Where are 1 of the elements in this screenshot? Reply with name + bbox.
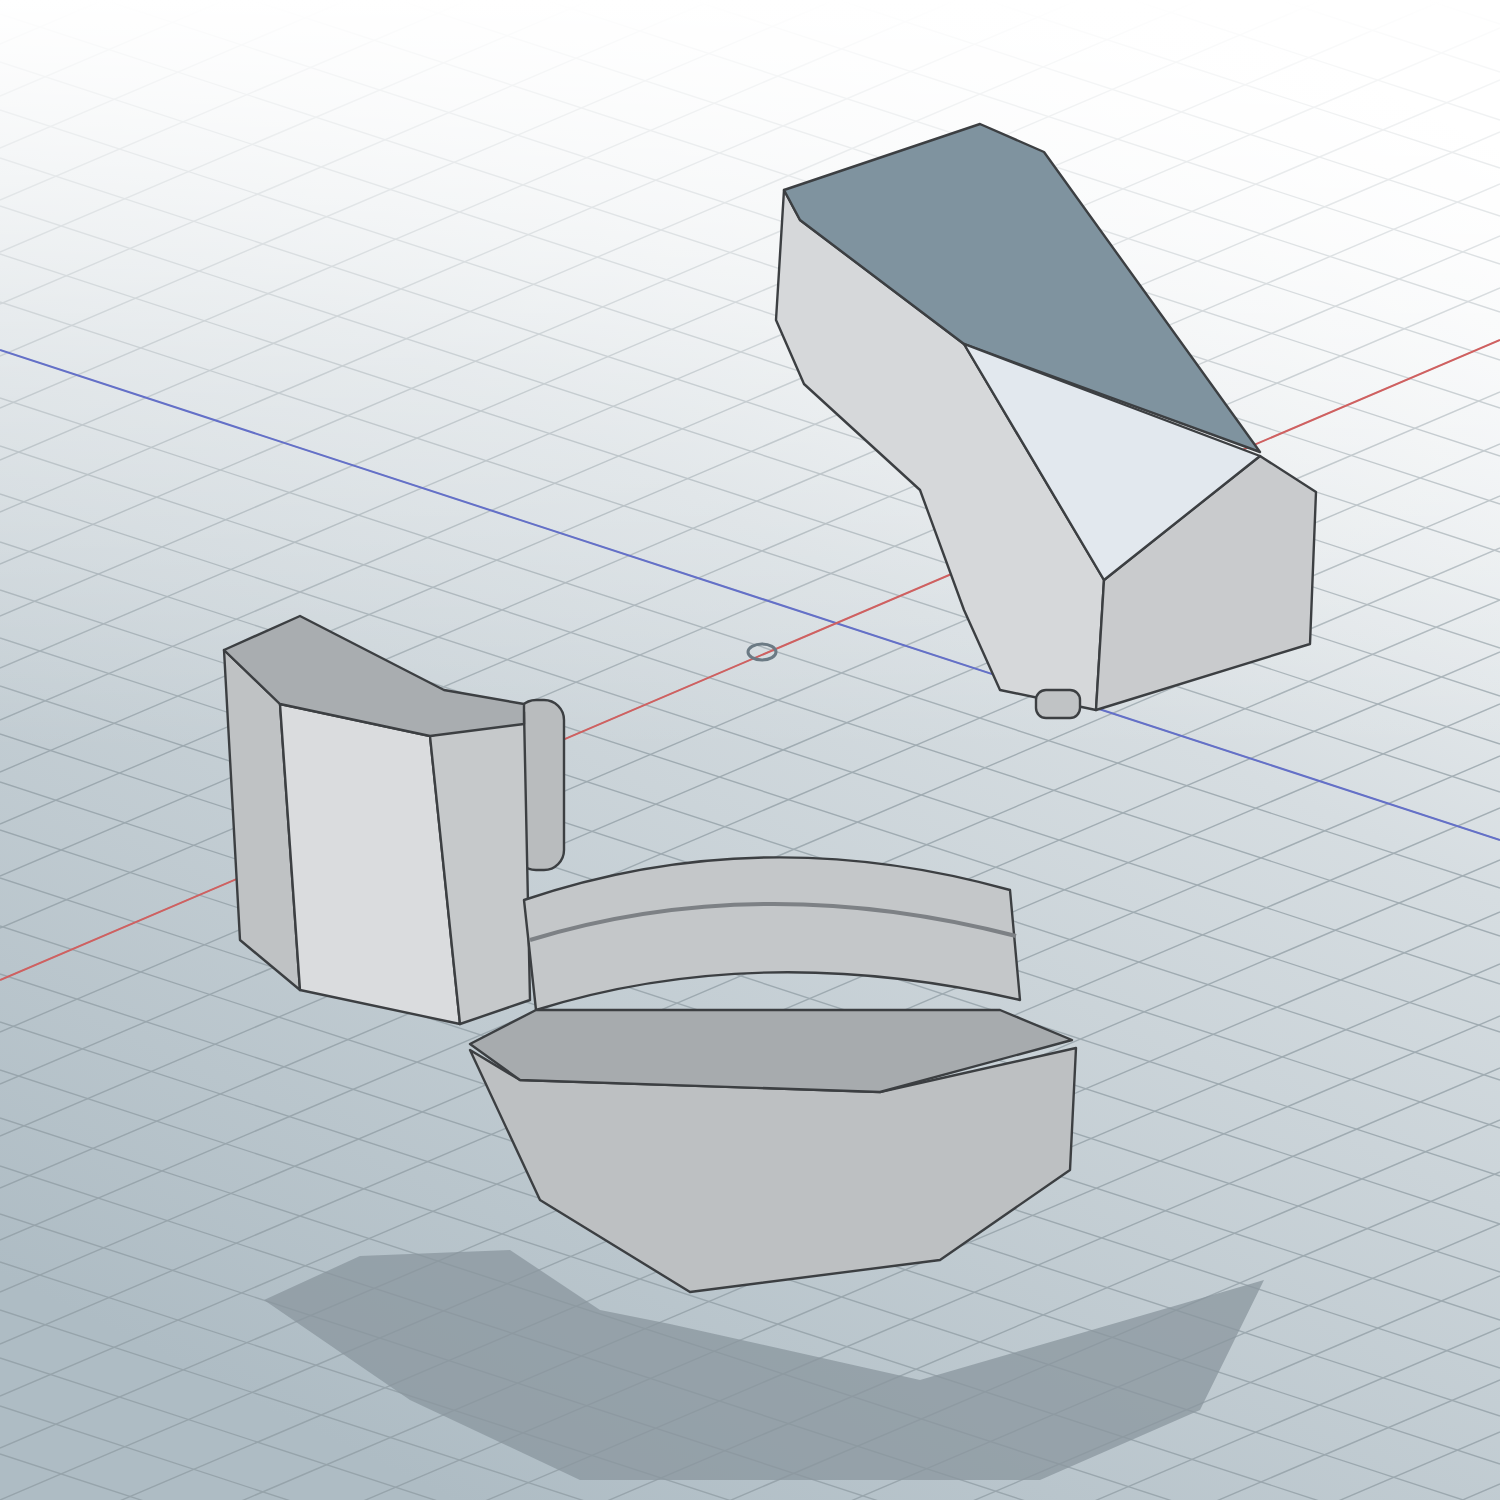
origin-marker: [746, 642, 778, 662]
